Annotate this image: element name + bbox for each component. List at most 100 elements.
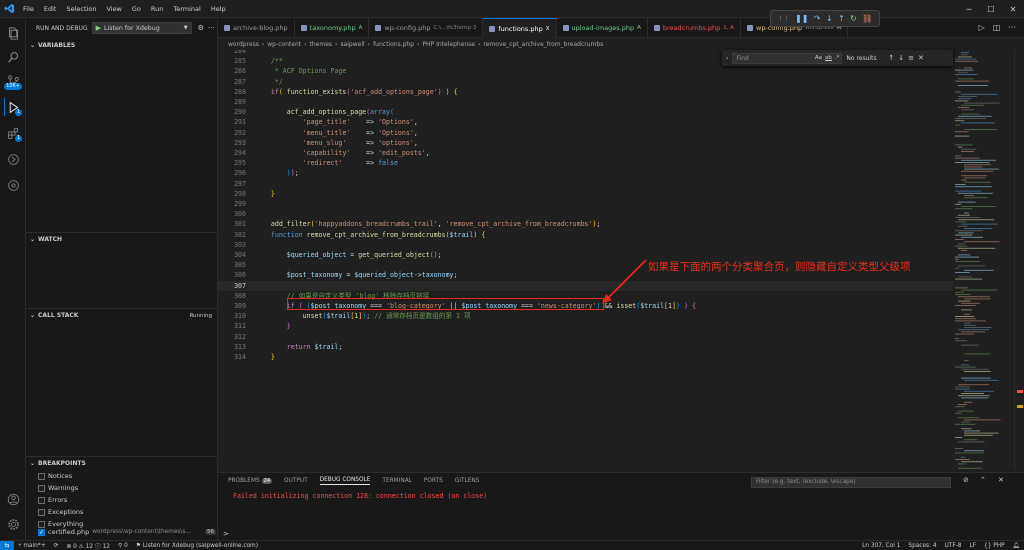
explorer-icon[interactable] [4, 24, 22, 42]
breakpoint-option-warnings[interactable]: Warnings [38, 484, 78, 492]
code-line[interactable]: 302 function remove_cpt_archive_from_bre… [218, 230, 953, 240]
encoding-indicator[interactable]: UTF-8 [945, 543, 962, 549]
match-case-toggle[interactable]: Aa [815, 55, 822, 61]
cursor-position[interactable]: Ln 307, Col 1 [862, 543, 900, 549]
start-debug-icon[interactable]: ▶ [96, 24, 101, 32]
code-line[interactable]: 294 'capability' => 'edit_posts', [218, 148, 953, 158]
chevron-up-icon[interactable]: ⌃ [980, 476, 986, 484]
code-line[interactable]: 313 return $trail; [218, 342, 953, 352]
disconnect-icon[interactable]: ⛓ [862, 14, 872, 23]
maximize-icon[interactable]: ☐ [980, 0, 1002, 18]
indentation-indicator[interactable]: Spaces: 4 [908, 543, 936, 549]
bell-icon[interactable]: 🔔︎ [1013, 543, 1020, 549]
code-line[interactable]: 287 */ [218, 77, 953, 87]
breakpoint-option-exceptions[interactable]: Exceptions [38, 508, 83, 516]
code-line[interactable]: 312 [218, 332, 953, 342]
more-actions-icon[interactable]: ··· [1008, 23, 1016, 32]
section-variables[interactable]: ⌄ VARIABLES [26, 38, 218, 52]
section-breakpoints[interactable]: ⌄ BREAKPOINTS [26, 456, 218, 470]
breakpoint-option-everything[interactable]: Everything [38, 520, 83, 528]
sync-icon[interactable]: ⟳ [54, 543, 59, 549]
code-line[interactable]: 296 )); [218, 168, 953, 178]
editor-scrollbar[interactable] [1014, 50, 1024, 470]
section-call-stack[interactable]: ⌄ CALL STACK Running [26, 308, 218, 322]
code-line[interactable]: 303 [218, 240, 953, 250]
tab-functions-php[interactable]: functions.php X [483, 18, 557, 38]
close-icon[interactable]: ✕ [918, 54, 924, 62]
console-filter-input[interactable]: Filter (e.g. text, !exclude, \escape) [751, 477, 951, 488]
eol-indicator[interactable]: LF [969, 543, 976, 549]
panel-tab-terminal[interactable]: TERMINAL [382, 478, 411, 484]
find-input[interactable]: Find Aa ab .* [732, 52, 843, 64]
chevron-right-icon[interactable]: › [726, 55, 728, 62]
restart-icon[interactable]: ↻ [850, 14, 857, 23]
code-line[interactable]: 295 'redirect' => false [218, 158, 953, 168]
code-line[interactable]: 300 [218, 209, 953, 219]
code-line[interactable]: 291 'page_title' => 'Options', [218, 117, 953, 127]
find-in-selection-icon[interactable]: ≡ [908, 54, 914, 62]
tab-upload-images-php[interactable]: upload-images.php A [557, 18, 648, 38]
tab-wp-config-php[interactable]: wp-config.php C:\...\fs3temp-3 [369, 18, 484, 38]
menu-item-selection[interactable]: Selection [66, 5, 96, 13]
tab-archive-blog-php[interactable]: archive-blog.php [218, 18, 295, 38]
menu-item-edit[interactable]: Edit [44, 5, 57, 13]
menu-item-file[interactable]: File [23, 5, 34, 13]
panel-tab-output[interactable]: OUTPUT [284, 478, 308, 484]
run-file-icon[interactable]: ▷ [979, 23, 985, 32]
code-line[interactable]: 301 add_filter('happyaddons_breadcrumbs_… [218, 219, 953, 229]
match-word-toggle[interactable]: ab [825, 55, 832, 61]
code-line[interactable]: 299 [218, 199, 953, 209]
clear-console-icon[interactable]: ⊘ [963, 476, 969, 484]
code-line[interactable]: 314 } [218, 352, 953, 362]
arrow-up-icon[interactable]: ↑ [888, 54, 894, 62]
minimap[interactable] [953, 50, 1014, 470]
arrow-down-icon[interactable]: ↓ [898, 54, 904, 62]
code-line[interactable]: 288 if( function_exists('acf_add_options… [218, 87, 953, 97]
breadcrumb-item[interactable]: themes [310, 41, 333, 48]
more-actions-icon[interactable]: ··· [208, 24, 215, 32]
ports-icon[interactable]: ⚲ 0 [118, 543, 128, 549]
step-out-icon[interactable]: ↑ [838, 14, 845, 23]
panel-tab-ports[interactable]: PORTS [424, 478, 443, 484]
code-line[interactable]: 297 [218, 179, 953, 189]
close-panel-icon[interactable]: ✕ [998, 476, 1004, 484]
code-line[interactable]: 289 [218, 97, 953, 107]
step-over-icon[interactable]: ↷ [814, 14, 821, 23]
breadcrumb-item[interactable]: wordpress [228, 41, 259, 48]
breadcrumb-item[interactable]: PHP Intelephense [422, 41, 475, 48]
code-line[interactable]: 293 'menu_slug' => 'options', [218, 138, 953, 148]
minimize-icon[interactable]: ─ [958, 0, 980, 18]
section-watch[interactable]: ⌄ WATCH [26, 232, 218, 246]
tab-breadcrumbs-php[interactable]: breadcrumbs.php 1, A [648, 18, 742, 38]
tab-taxonomy-php[interactable]: taxonomy.php A [295, 18, 370, 38]
checkbox-checked-icon[interactable]: ✓ [38, 528, 45, 536]
code-line[interactable]: 290 acf_add_options_page(array( [218, 107, 953, 117]
panel-tab-debug-console[interactable]: DEBUG CONSOLE [319, 477, 371, 485]
pause-icon[interactable]: ❚❚ [795, 14, 808, 23]
menu-item-go[interactable]: Go [132, 5, 141, 13]
console-prompt[interactable]: > [223, 530, 229, 538]
gitlens-icon[interactable] [4, 176, 22, 194]
checkbox[interactable] [38, 520, 45, 528]
menu-item-view[interactable]: View [106, 5, 121, 13]
run-debug-icon[interactable]: 1 [4, 98, 22, 116]
regex-toggle[interactable]: .* [835, 55, 840, 61]
debug-session-indicator[interactable]: ⚑ Listen for Xdebug (saipwell-online.com… [136, 543, 258, 549]
branch-indicator[interactable]: ⑂ main*+ [18, 543, 46, 549]
panel-tab-gitlens[interactable]: GITLENS [455, 478, 480, 484]
remote-indicator-icon[interactable]: ⇆ [0, 540, 14, 550]
code-line[interactable]: 311 } [218, 321, 953, 331]
split-editor-icon[interactable]: ◫ [993, 23, 1001, 32]
source-control-icon[interactable]: 10K+ [4, 72, 22, 90]
code-line[interactable]: 310 unset($trail[1]); // 通常存档页是数组的第 1 项 [218, 311, 953, 321]
settings-gear-icon[interactable] [4, 515, 22, 533]
breakpoint-option-notices[interactable]: Notices [38, 472, 72, 480]
checkbox[interactable] [38, 484, 45, 492]
code-line[interactable]: 307 [218, 280, 953, 291]
code-line[interactable]: 298 } [218, 189, 953, 199]
code-line[interactable]: 292 'menu_title' => 'Options', [218, 128, 953, 138]
checkbox[interactable] [38, 508, 45, 516]
breadcrumb-item[interactable]: functions.php [373, 41, 414, 48]
menu-item-help[interactable]: Help [211, 5, 226, 13]
account-icon[interactable] [4, 490, 22, 508]
